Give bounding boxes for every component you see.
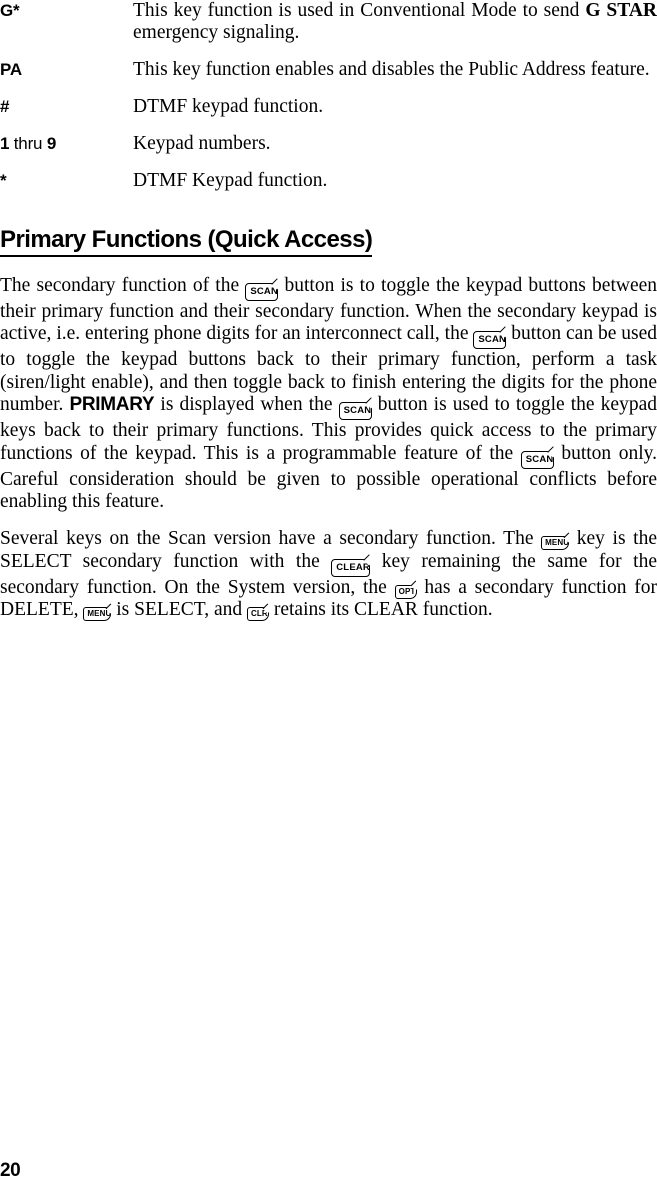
- definition-term-text: 1: [0, 134, 10, 153]
- paragraph-segment: retains its CLEAR function.: [268, 599, 493, 621]
- paragraph-primary-functions: The secondary function of the SCAN butto…: [0, 275, 657, 513]
- definition-term-text: *: [0, 171, 7, 190]
- definition-row: * DTMF Keypad function.: [0, 170, 657, 192]
- definition-row: G* This key function is used in Conventi…: [0, 0, 657, 59]
- definition-term-text: #: [0, 97, 10, 116]
- manual-page: G* This key function is used in Conventi…: [0, 0, 657, 1190]
- definition-term-connector: thru: [9, 134, 47, 153]
- section-heading: Primary Functions (Quick Access): [0, 226, 373, 257]
- definition-description-pre: DTMF keypad function.: [133, 96, 324, 117]
- definition-description: This key function enables and disables t…: [133, 59, 657, 96]
- definition-term-text: PA: [0, 60, 22, 79]
- definition-term: PA: [0, 59, 133, 96]
- paragraph-segment: is SELECT, and: [111, 599, 247, 621]
- paragraph-secondary-functions: Several keys on the Scan version have a …: [0, 528, 657, 622]
- definition-description-pre: Keypad numbers.: [133, 133, 271, 154]
- scan-key-icon: SCAN: [245, 283, 279, 301]
- page-content: G* This key function is used in Conventi…: [0, 0, 657, 622]
- definition-description-bold: G STAR: [585, 0, 657, 21]
- paragraph-segment: Several keys on the Scan version have a …: [0, 528, 542, 550]
- definition-description: DTMF keypad function.: [133, 96, 657, 133]
- primary-emphasis-text: PRIMARY: [69, 394, 155, 416]
- definition-description-pre: This key function enables and disables t…: [133, 59, 650, 80]
- definition-description: Keypad numbers.: [133, 133, 657, 170]
- key-definition-list: G* This key function is used in Conventi…: [0, 0, 657, 192]
- definition-row: # DTMF keypad function.: [0, 96, 657, 133]
- clr-key-icon: CLR: [246, 607, 269, 622]
- definition-description-pre: DTMF Keypad function.: [133, 170, 328, 191]
- definition-term: *: [0, 170, 133, 192]
- opt-key-icon: OPT: [394, 584, 417, 599]
- section-heading-wrapper: Primary Functions (Quick Access): [0, 226, 657, 257]
- definition-description: DTMF Keypad function.: [133, 170, 657, 192]
- definition-term: #: [0, 96, 133, 133]
- paragraph-segment: is displayed when the: [154, 394, 339, 416]
- definition-description-pre: This key function is used in Conventiona…: [133, 0, 586, 21]
- definition-term-text: G*: [0, 1, 20, 20]
- clear-key-icon: CLEAR: [331, 558, 371, 577]
- definition-term-suffix: 9: [46, 134, 57, 153]
- scan-key-icon: SCAN: [338, 402, 372, 421]
- definition-description-post: emergency signaling.: [133, 22, 300, 43]
- definition-term: G*: [0, 0, 133, 59]
- definition-description: This key function is used in Conventiona…: [133, 0, 657, 59]
- definition-term: 1 thru 9: [0, 133, 133, 170]
- scan-key-icon: SCAN: [520, 450, 554, 469]
- page-number: 20: [0, 1160, 21, 1181]
- scan-key-icon: SCAN: [473, 331, 507, 350]
- definition-row: 1 thru 9 Keypad numbers.: [0, 133, 657, 170]
- definition-row: PA This key function enables and disable…: [0, 59, 657, 96]
- menu-key-icon: MENU: [83, 607, 112, 622]
- menu-key-icon: MENU: [541, 536, 570, 551]
- paragraph-segment: The secondary function of the: [0, 275, 246, 296]
